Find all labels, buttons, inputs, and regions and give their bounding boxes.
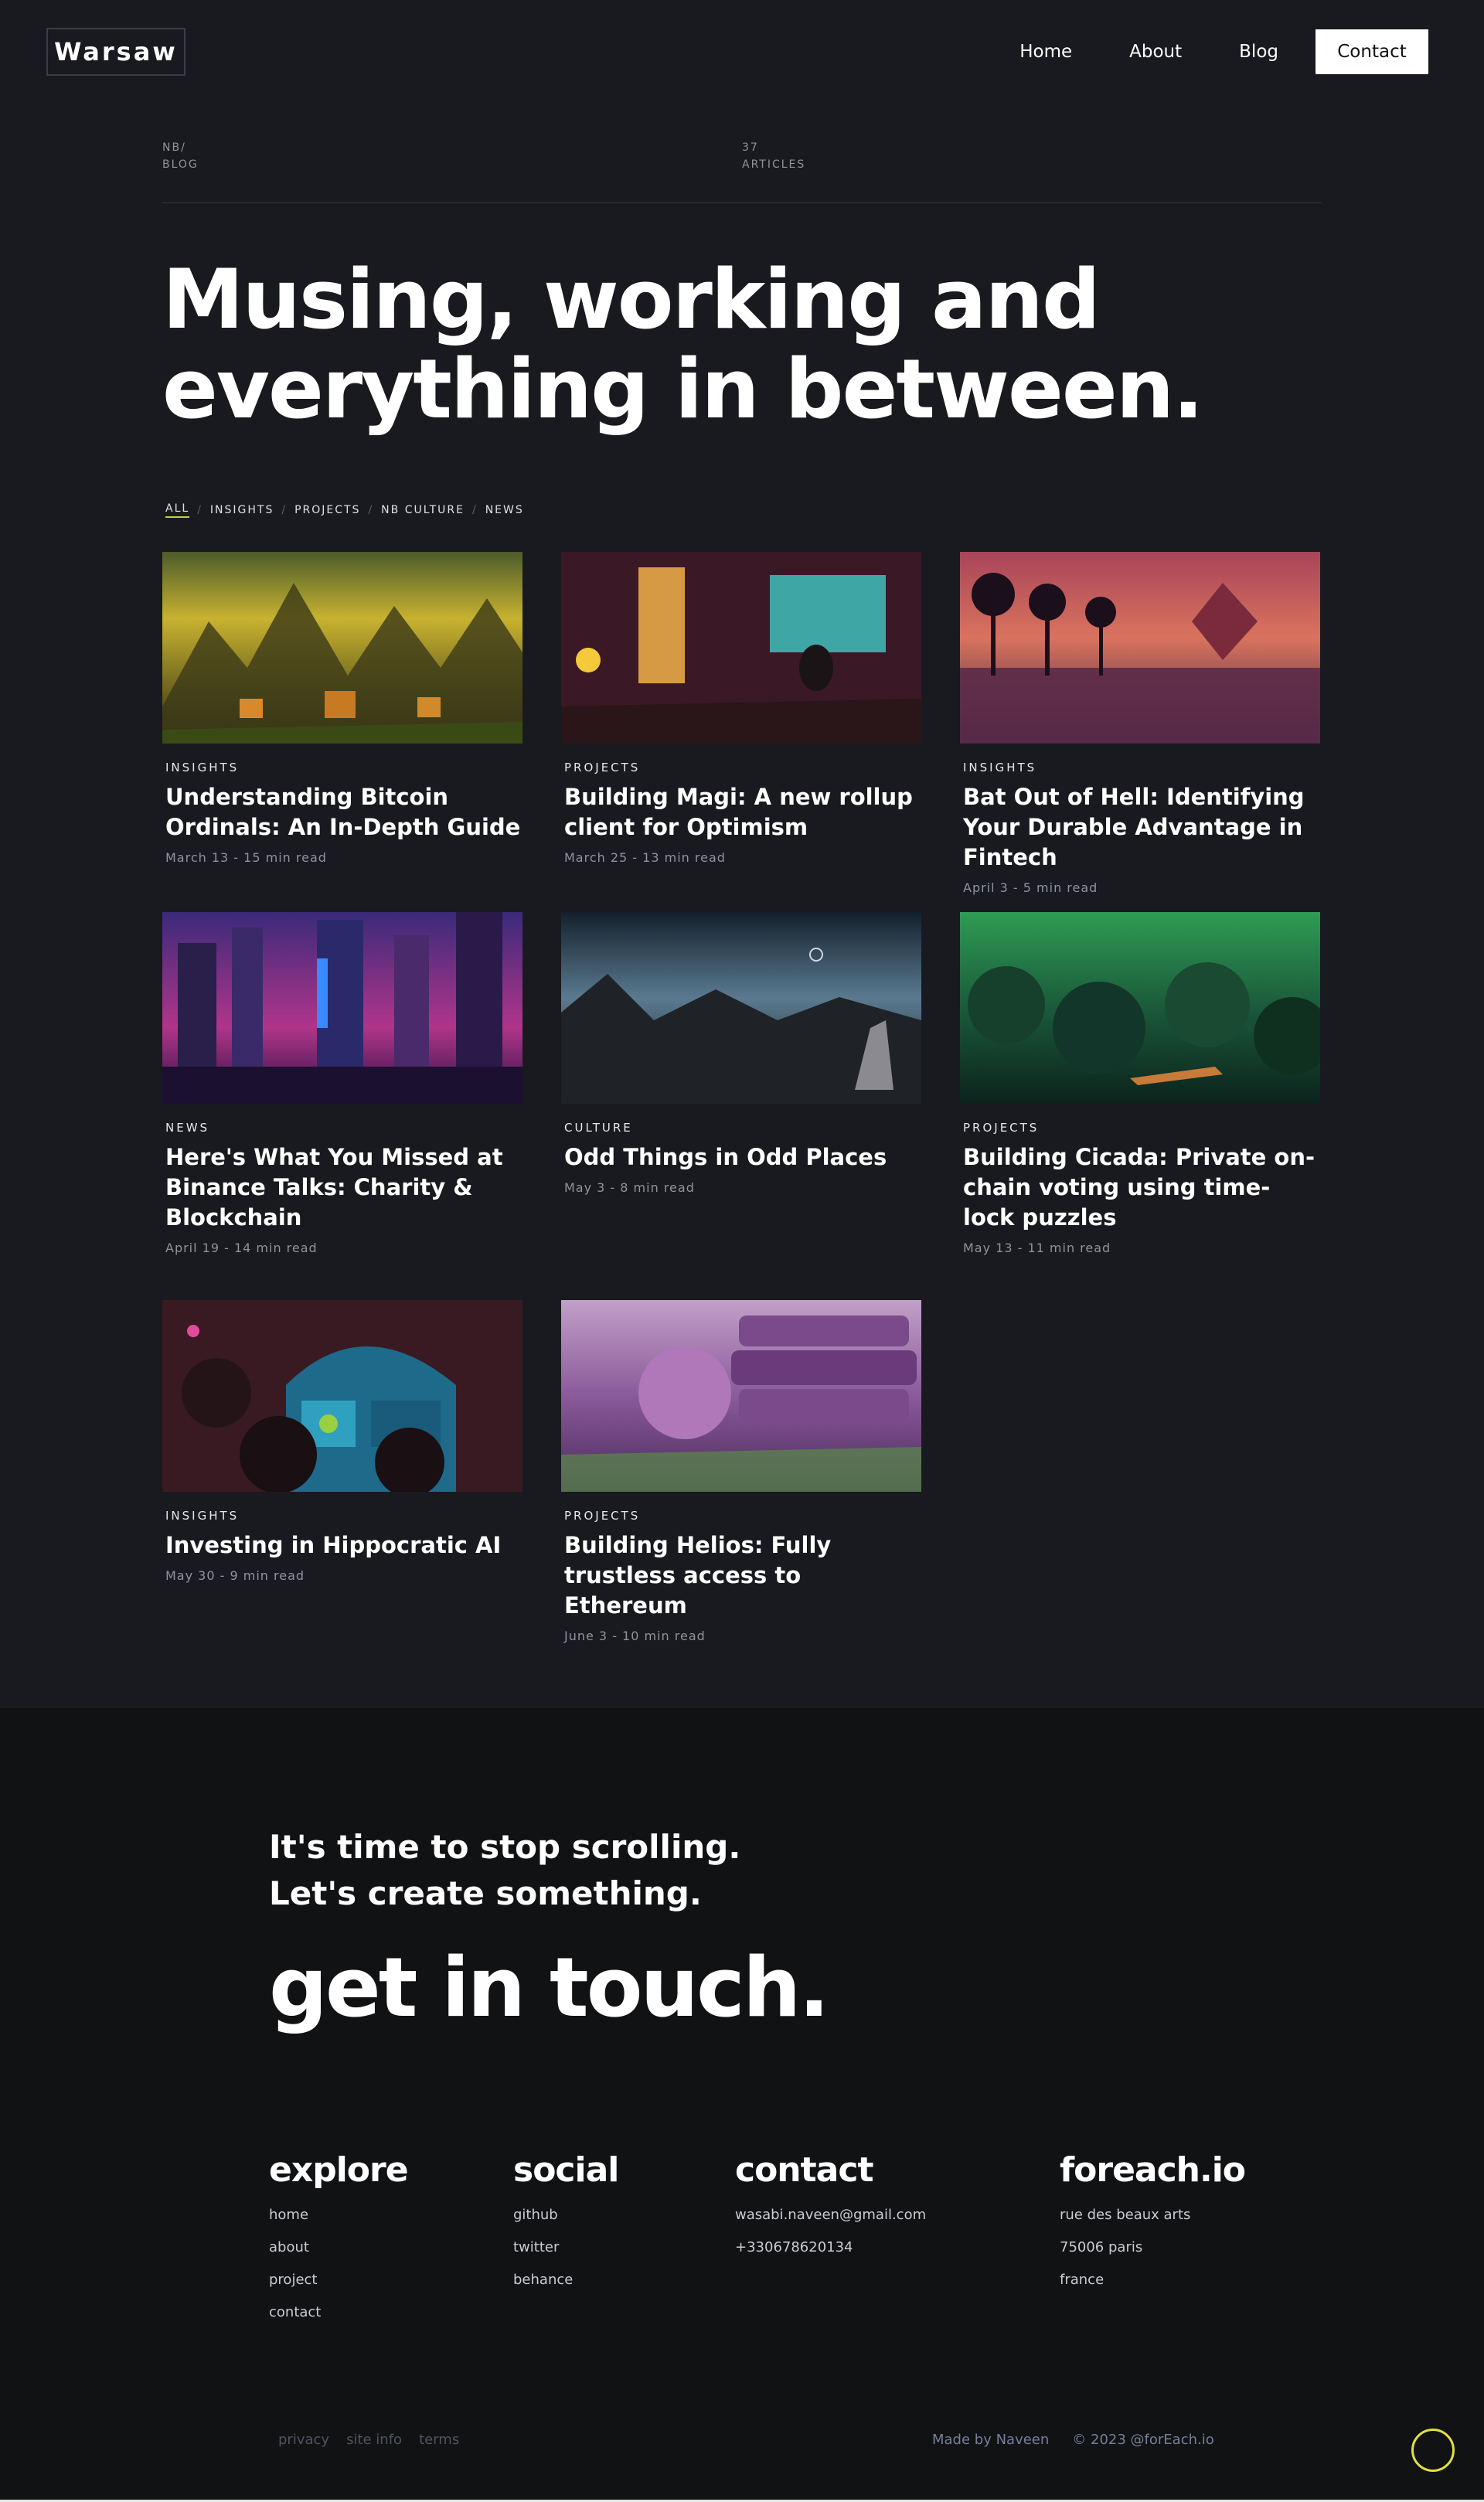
footer-tagline-line1: It's time to stop scrolling. xyxy=(269,1828,741,1866)
post-title[interactable]: Building Helios: Fully trustless access … xyxy=(564,1530,921,1621)
footer-address-line2: 75006 paris xyxy=(1060,2239,1143,2255)
footer-link-twitter[interactable]: twitter xyxy=(513,2241,618,2255)
blog-card[interactable]: INSIGHTS Bat Out of Hell: Identifying Yo… xyxy=(960,552,1320,895)
post-title[interactable]: Odd Things in Odd Places xyxy=(564,1142,921,1173)
nav-contact-button[interactable]: Contact xyxy=(1316,29,1428,74)
post-category: PROJECTS xyxy=(564,1509,641,1523)
blog-card[interactable]: PROJECTS Building Magi: A new rollup cli… xyxy=(561,552,921,865)
footer-foreach-heading: foreach.io xyxy=(1060,2150,1246,2190)
footer-link-site-info[interactable]: site info xyxy=(346,2432,402,2448)
footer-tagline-line2: Let's create something. xyxy=(269,1874,702,1912)
post-title[interactable]: Building Magi: A new rollup client for O… xyxy=(564,782,921,843)
page-title: Musing, working and everything in betwee… xyxy=(162,255,1322,434)
nav-about[interactable]: About xyxy=(1129,42,1182,62)
footer-social-column: social github twitter behance xyxy=(513,2150,619,2306)
category-filters: ALL / INSIGHTS / PROJECTS / NB CULTURE /… xyxy=(165,502,524,518)
top-bar: Warsaw Home About Blog Contact xyxy=(0,0,1484,105)
post-category: PROJECTS xyxy=(564,761,641,774)
post-date: March 25 - 13 min read xyxy=(564,850,726,865)
post-thumbnail-alien-landscape[interactable] xyxy=(561,912,921,1104)
get-in-touch-link[interactable]: get in touch. xyxy=(269,1940,830,2035)
post-date: April 19 - 14 min read xyxy=(165,1241,318,1255)
cursor-circle-icon xyxy=(1411,2429,1455,2472)
post-date: May 13 - 11 min read xyxy=(963,1241,1111,1255)
post-category: INSIGHTS xyxy=(165,1509,240,1523)
filter-separator: / xyxy=(368,504,374,516)
post-title[interactable]: Investing in Hippocratic AI xyxy=(165,1530,522,1561)
site-logo[interactable]: Warsaw xyxy=(46,28,186,76)
post-title[interactable]: Understanding Bitcoin Ordinals: An In-De… xyxy=(165,782,522,843)
filter-insights[interactable]: INSIGHTS xyxy=(210,504,274,516)
breadcrumb-line2: BLOG xyxy=(162,158,199,171)
main-nav: Home About Blog Contact xyxy=(962,29,1428,74)
nav-home[interactable]: Home xyxy=(1019,42,1072,62)
footer-tagline: It's time to stop scrolling. Let's creat… xyxy=(269,1824,740,1917)
post-date: April 3 - 5 min read xyxy=(963,880,1098,895)
nav-blog[interactable]: Blog xyxy=(1239,42,1278,62)
article-count: 37 ARTICLES xyxy=(742,139,805,173)
footer-copyright: © 2023 @forEach.io xyxy=(1072,2432,1214,2448)
footer-link-about[interactable]: about xyxy=(269,2241,408,2255)
post-category: PROJECTS xyxy=(963,1121,1040,1135)
footer-link-github[interactable]: github xyxy=(513,2208,618,2222)
filter-projects[interactable]: PROJECTS xyxy=(294,504,360,516)
post-category: NEWS xyxy=(165,1121,210,1135)
footer-link-terms[interactable]: terms xyxy=(419,2432,459,2448)
post-date: June 3 - 10 min read xyxy=(564,1629,706,1643)
post-title[interactable]: Here's What You Missed at Binance Talks:… xyxy=(165,1142,522,1233)
post-category: CULTURE xyxy=(564,1121,633,1135)
post-thumbnail-palms[interactable] xyxy=(960,552,1320,744)
post-thumbnail-mountains[interactable] xyxy=(162,552,522,744)
footer-address-line1: rue des beaux arts xyxy=(1060,2207,1191,2223)
blog-card[interactable]: INSIGHTS Investing in Hippocratic AI May… xyxy=(162,1300,522,1583)
page-title-line2: everything in between. xyxy=(162,342,1204,437)
footer-link-contact[interactable]: contact xyxy=(269,2306,408,2320)
post-category: INSIGHTS xyxy=(963,761,1037,774)
filter-all[interactable]: ALL xyxy=(165,502,190,518)
post-date: March 13 - 15 min read xyxy=(165,850,327,865)
post-date: May 3 - 8 min read xyxy=(564,1180,695,1195)
post-thumbnail-planet[interactable] xyxy=(561,1300,921,1492)
footer-legal-links: privacy site info terms xyxy=(278,2432,459,2448)
footer-link-privacy[interactable]: privacy xyxy=(278,2432,329,2448)
breadcrumb: NB/ BLOG xyxy=(162,139,199,173)
blog-card[interactable]: NEWS Here's What You Missed at Binance T… xyxy=(162,912,522,1255)
filter-nb-culture[interactable]: NB CULTURE xyxy=(381,504,465,516)
footer-phone-link[interactable]: +330678620134 xyxy=(735,2241,926,2255)
post-thumbnail-city[interactable] xyxy=(162,912,522,1104)
footer-social-heading: social xyxy=(513,2150,619,2190)
filter-separator: / xyxy=(197,504,203,516)
blog-card[interactable]: INSIGHTS Understanding Bitcoin Ordinals:… xyxy=(162,552,522,865)
breadcrumb-line1: NB/ xyxy=(162,141,186,154)
footer-foreach-column: foreach.io rue des beaux arts 75006 pari… xyxy=(1060,2150,1246,2306)
footer-link-home[interactable]: home xyxy=(269,2208,408,2222)
footer-made-by: Made by Naveen xyxy=(932,2432,1050,2448)
post-thumbnail-forest[interactable] xyxy=(960,912,1331,1104)
footer-contact-heading: contact xyxy=(735,2150,873,2190)
post-title[interactable]: Building Cicada: Private on-chain voting… xyxy=(963,1142,1320,1233)
footer-address-line3: france xyxy=(1060,2272,1104,2288)
post-title[interactable]: Bat Out of Hell: Identifying Your Durabl… xyxy=(963,782,1320,873)
filter-separator: / xyxy=(471,504,478,516)
footer-explore-heading: explore xyxy=(269,2150,409,2190)
post-thumbnail-room[interactable] xyxy=(561,552,921,744)
blog-card[interactable]: CULTURE Odd Things in Odd Places May 3 -… xyxy=(561,912,921,1195)
article-count-label: ARTICLES xyxy=(742,158,806,171)
page-title-line1: Musing, working and xyxy=(162,252,1101,347)
blog-card[interactable]: PROJECTS Building Helios: Fully trustles… xyxy=(561,1300,921,1643)
post-thumbnail-workstation[interactable] xyxy=(162,1300,522,1497)
filter-separator: / xyxy=(281,504,288,516)
footer-link-behance[interactable]: behance xyxy=(513,2273,618,2287)
post-date: May 30 - 9 min read xyxy=(165,1568,305,1583)
footer-contact-column: contact wasabi.naveen@gmail.com +3306786… xyxy=(735,2150,926,2273)
footer-link-project[interactable]: project xyxy=(269,2273,408,2287)
site-footer xyxy=(0,1708,1484,2502)
footer-credits: Made by Naveen © 2023 @forEach.io xyxy=(932,2432,1214,2448)
footer-explore-column: explore home about project contact xyxy=(269,2150,409,2338)
footer-email-link[interactable]: wasabi.naveen@gmail.com xyxy=(735,2208,926,2222)
article-count-value: 37 xyxy=(742,141,759,154)
blog-card[interactable]: PROJECTS Building Cicada: Private on-cha… xyxy=(960,912,1331,1255)
filter-news[interactable]: NEWS xyxy=(485,504,524,516)
post-category: INSIGHTS xyxy=(165,761,240,774)
